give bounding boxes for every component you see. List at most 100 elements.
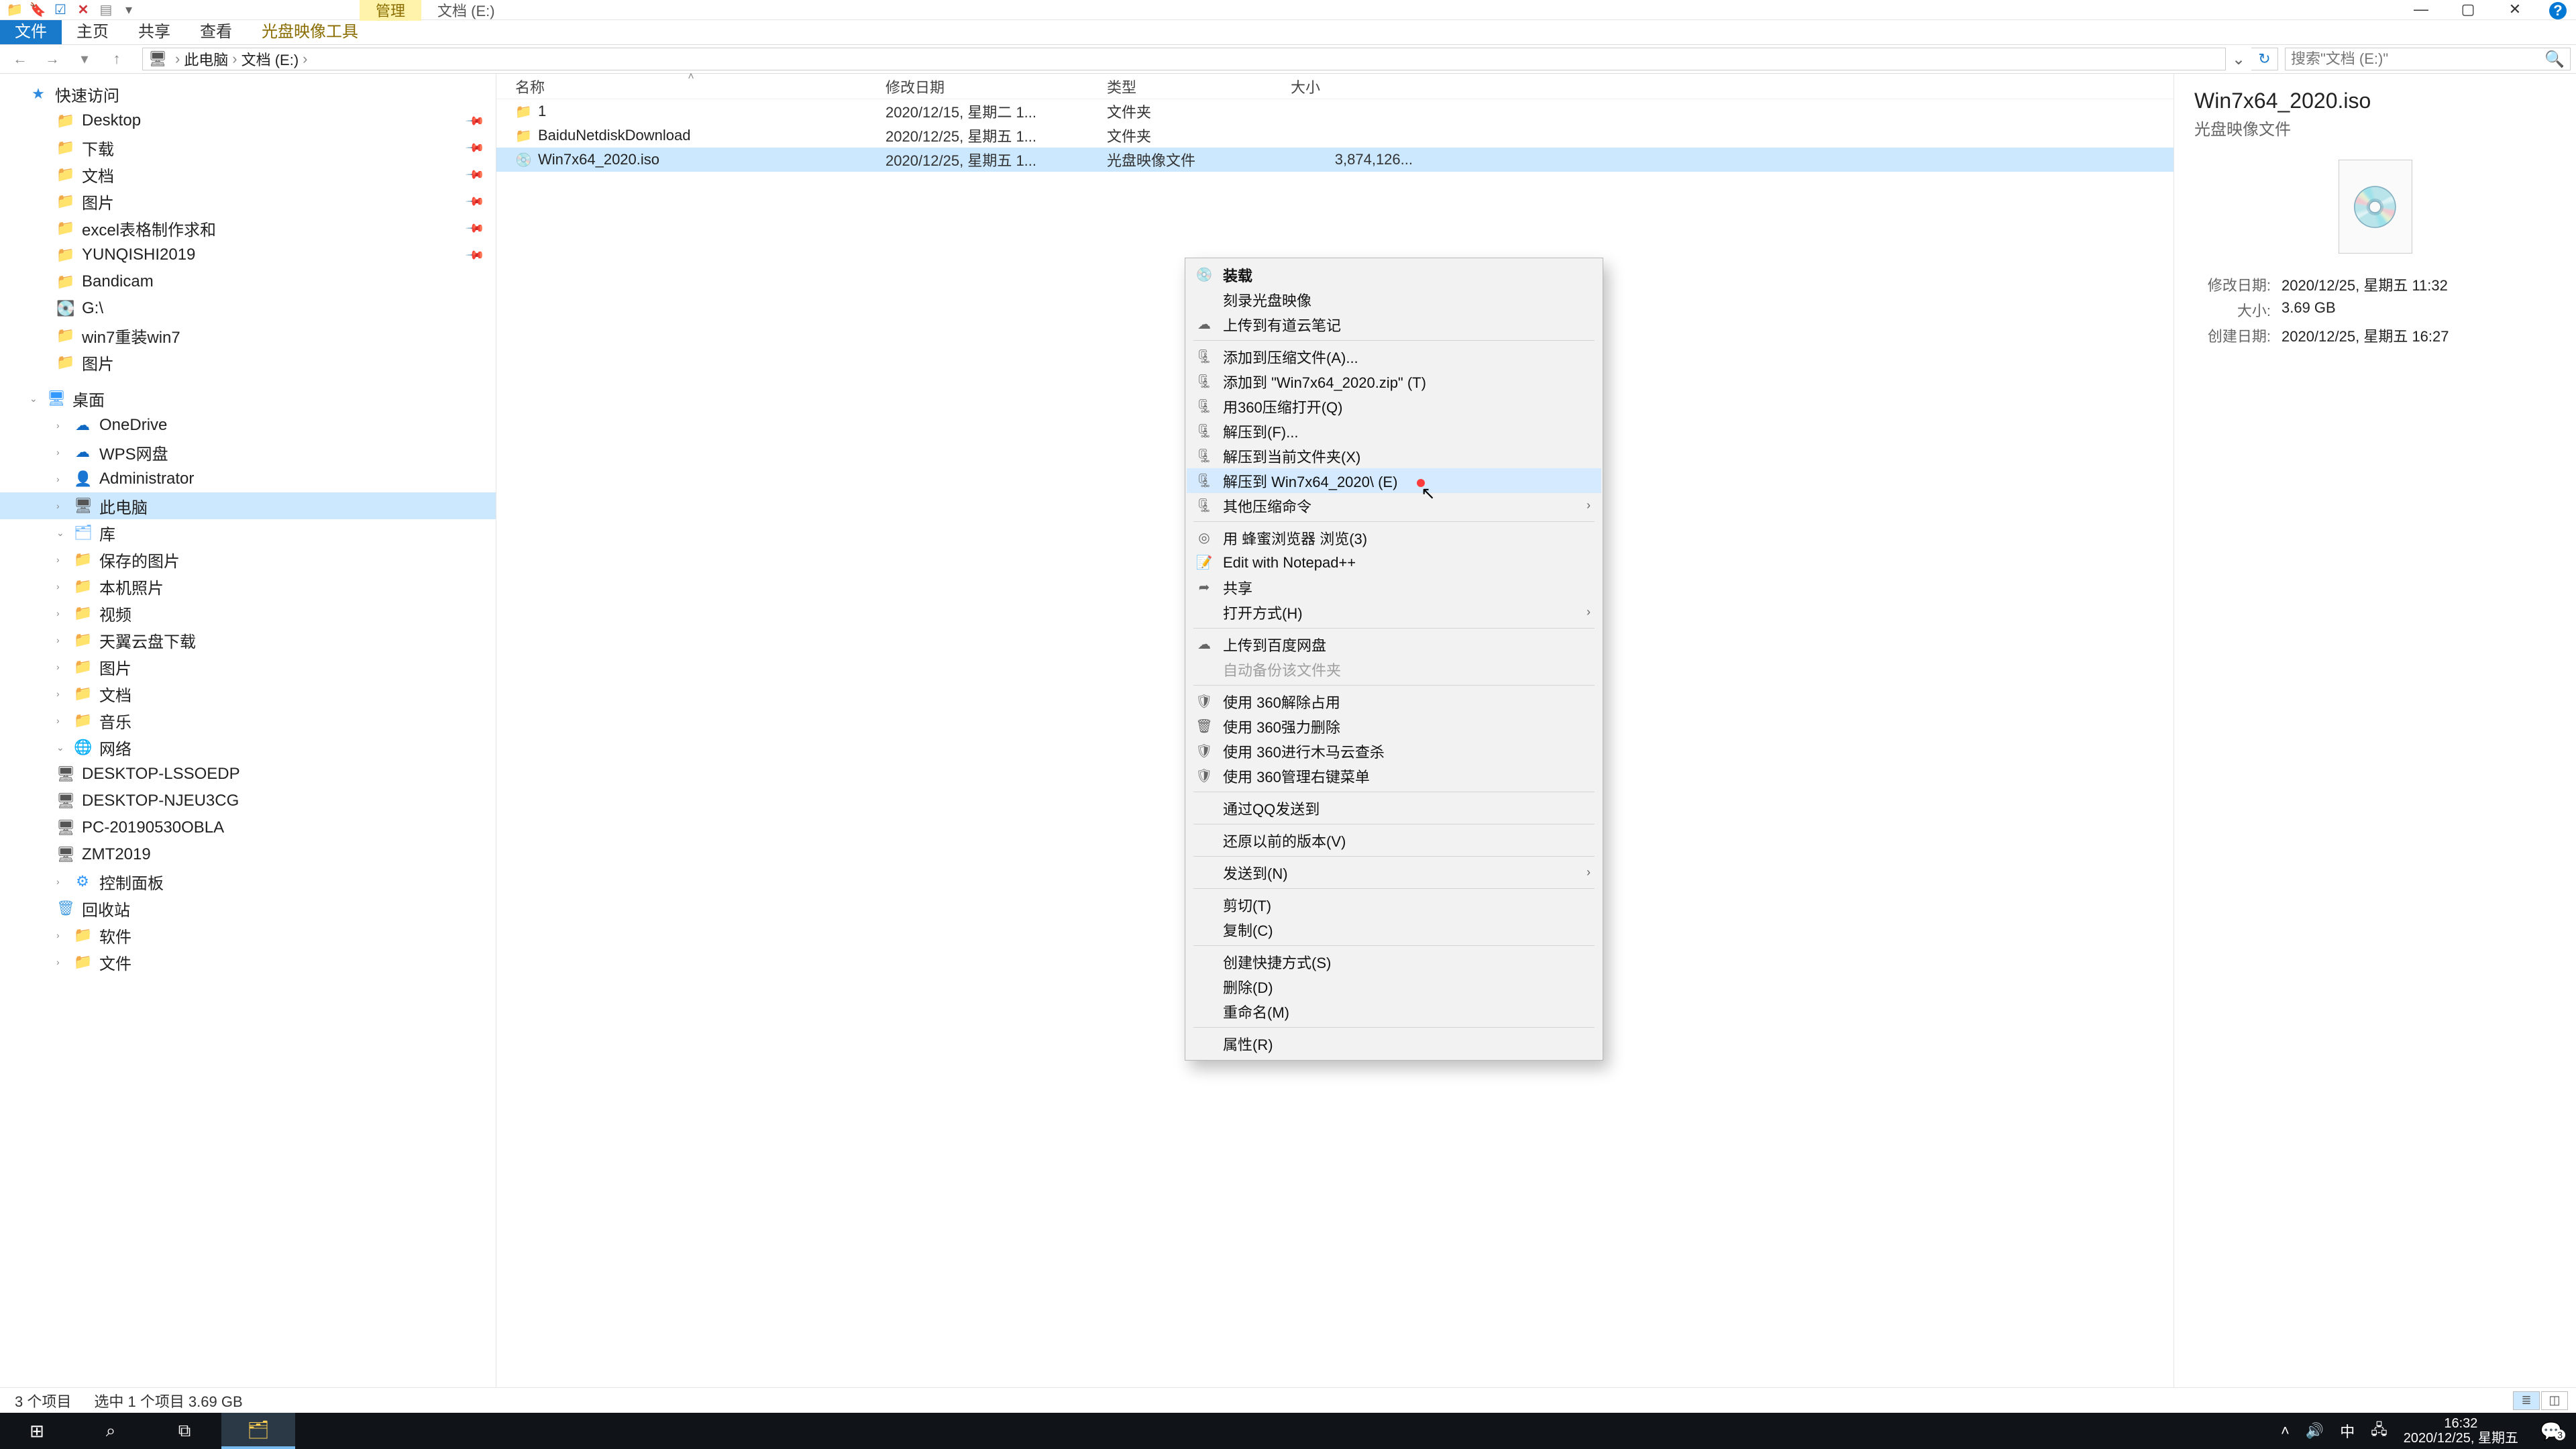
tree-thispc[interactable]: ›🖥此电脑 (0, 492, 496, 519)
manage-tab[interactable]: 管理 (360, 0, 421, 21)
back-button[interactable]: ← (5, 50, 35, 68)
mi-honey[interactable]: ◎用 蜂蜜浏览器 浏览(3) (1187, 525, 1601, 550)
forward-button[interactable]: → (38, 50, 67, 68)
crumb-drive[interactable]: 文档 (E:) (241, 48, 299, 70)
mi-othercomp[interactable]: 🗜其他压缩命令› (1187, 493, 1601, 518)
chevron-right-icon[interactable]: › (300, 50, 310, 68)
mi-360menu[interactable]: 🛡使用 360管理右键菜单 (1187, 763, 1601, 788)
start-button[interactable]: ⊞ (0, 1413, 74, 1449)
grid-icon[interactable]: ▤ (97, 3, 115, 17)
tree-win7[interactable]: 📁win7重装win7 (0, 322, 496, 349)
volume-icon[interactable]: 🔊 (2306, 1422, 2324, 1440)
tree-desk-root[interactable]: ⌄🖥桌面 (0, 385, 496, 412)
tree-downloads[interactable]: 📁下载📌 (0, 134, 496, 161)
tree-bandicam[interactable]: 📁Bandicam (0, 268, 496, 295)
mi-cut[interactable]: 剪切(T) (1187, 892, 1601, 917)
qat-more-icon[interactable]: ▾ (119, 3, 138, 17)
view-icons-button[interactable]: ◫ (2541, 1391, 2568, 1410)
mi-shortcut[interactable]: 创建快捷方式(S) (1187, 949, 1601, 974)
mi-delete[interactable]: 删除(D) (1187, 974, 1601, 999)
ime-indicator[interactable]: 中 (2340, 1420, 2355, 1442)
mi-npp[interactable]: 📝Edit with Notepad++ (1187, 550, 1601, 575)
mi-restorever[interactable]: 还原以前的版本(V) (1187, 828, 1601, 853)
tree-yunqishi[interactable]: 📁YUNQISHI2019📌 (0, 241, 496, 268)
taskview-button[interactable]: ⧉ (148, 1413, 221, 1449)
close-button[interactable]: ✕ (2491, 1, 2538, 19)
file-row[interactable]: 📁BaiduNetdiskDownload 2020/12/25, 星期五 1.… (496, 123, 2174, 148)
refresh-button[interactable]: ↻ (2251, 48, 2278, 70)
tree-excel[interactable]: 📁excel表格制作求和📌 (0, 215, 496, 241)
tree-quick[interactable]: ★快速访问 (0, 80, 496, 107)
tree-documents[interactable]: 📁文档📌 (0, 161, 496, 188)
tree-lib[interactable]: ⌄🗂库 (0, 519, 496, 546)
mi-extractnamed[interactable]: 🗜解压到 Win7x64_2020\ (E) (1187, 468, 1601, 493)
tree-onedrive[interactable]: ›☁OneDrive (0, 412, 496, 439)
tree-admin[interactable]: ›👤Administrator (0, 466, 496, 492)
mi-360del[interactable]: 🗑使用 360强力删除 (1187, 714, 1601, 739)
tree-localpic[interactable]: ›📁本机照片 (0, 573, 496, 600)
search-input[interactable] (2291, 50, 2544, 68)
col-size[interactable]: 大小 (1291, 76, 1425, 97)
search-box[interactable]: 🔍 (2285, 48, 2571, 70)
tree-recycle[interactable]: 🗑回收站 (0, 895, 496, 922)
mi-addzip[interactable]: 🗜添加到 "Win7x64_2020.zip" (T) (1187, 369, 1601, 394)
mi-rename[interactable]: 重命名(M) (1187, 999, 1601, 1024)
mi-youdao[interactable]: ☁上传到有道云笔记 (1187, 312, 1601, 337)
up-button[interactable]: ↑ (102, 50, 131, 68)
mi-extractto[interactable]: 🗜解压到(F)... (1187, 419, 1601, 443)
tree-software[interactable]: ›📁软件 (0, 922, 496, 949)
bookmark-icon[interactable]: 🔖 (28, 3, 47, 17)
col-date[interactable]: 修改日期 (885, 76, 1107, 97)
minimize-button[interactable]: — (2398, 1, 2445, 19)
tree-network[interactable]: ⌄🌐网络 (0, 734, 496, 761)
crumb-pc[interactable]: 此电脑 (184, 48, 228, 70)
close-red-icon[interactable]: ✕ (74, 3, 93, 17)
tree-d-pc19[interactable]: 🖥PC-20190530OBLA (0, 814, 496, 841)
tree-d-zmt[interactable]: 🖥ZMT2019 (0, 841, 496, 868)
tree-tianyi[interactable]: ›📁天翼云盘下载 (0, 627, 496, 653)
tab-iso-tools[interactable]: 光盘映像工具 (247, 20, 373, 44)
clock[interactable]: 16:32 2020/12/25, 星期五 (2404, 1416, 2518, 1446)
col-type[interactable]: 类型 (1107, 76, 1291, 97)
chevron-right-icon[interactable]: › (172, 50, 182, 68)
col-name[interactable]: ˄名称 (496, 76, 885, 97)
tree-pictures3[interactable]: ›📁图片 (0, 653, 496, 680)
mi-share[interactable]: ➦共享 (1187, 575, 1601, 600)
search-button[interactable]: ⌕ (74, 1413, 148, 1449)
tree-pictures[interactable]: 📁图片📌 (0, 188, 496, 215)
explorer-taskbar-button[interactable]: 🗂 (221, 1413, 295, 1449)
expand-address-button[interactable]: ⌄ (2229, 50, 2249, 69)
mi-open360[interactable]: 🗜用360压缩打开(Q) (1187, 394, 1601, 419)
tree-music[interactable]: ›📁音乐 (0, 707, 496, 734)
mi-360free[interactable]: 🛡使用 360解除占用 (1187, 689, 1601, 714)
recent-button[interactable]: ▾ (70, 50, 99, 68)
network-icon[interactable]: 🖧 (2371, 1418, 2387, 1444)
tree-wps[interactable]: ›☁WPS网盘 (0, 439, 496, 466)
tree-d-lsso[interactable]: 🖥DESKTOP-LSSOEDP (0, 761, 496, 788)
checkbox-icon[interactable]: ☑ (51, 3, 70, 17)
mi-addarchive[interactable]: 🗜添加到压缩文件(A)... (1187, 344, 1601, 369)
view-details-button[interactable]: ≣ (2513, 1391, 2540, 1410)
mi-props[interactable]: 属性(R) (1187, 1031, 1601, 1056)
tree-ctrlpanel[interactable]: ›⚙控制面板 (0, 868, 496, 895)
mi-burn[interactable]: 刻录光盘映像 (1187, 287, 1601, 312)
breadcrumb[interactable]: 🖥 › 此电脑 › 文档 (E:) › (142, 48, 2226, 70)
tree-video[interactable]: ›📁视频 (0, 600, 496, 627)
mi-360scan[interactable]: 🛡使用 360进行木马云查杀 (1187, 739, 1601, 763)
search-icon[interactable]: 🔍 (2544, 50, 2565, 69)
tab-home[interactable]: 主页 (62, 20, 123, 44)
mi-sendto[interactable]: 发送到(N)› (1187, 860, 1601, 885)
tree-pictures2[interactable]: 📁图片 (0, 349, 496, 376)
tab-share[interactable]: 共享 (123, 20, 185, 44)
mi-mount[interactable]: 💿装载 (1187, 262, 1601, 287)
tab-view[interactable]: 查看 (185, 20, 247, 44)
tree-d-njeu[interactable]: 🖥DESKTOP-NJEU3CG (0, 788, 496, 814)
chevron-right-icon[interactable]: › (229, 50, 239, 68)
file-row[interactable]: 📁1 2020/12/15, 星期二 1... 文件夹 (496, 99, 2174, 123)
mi-openwith[interactable]: 打开方式(H)› (1187, 600, 1601, 625)
tree-desktop[interactable]: 📁Desktop📌 (0, 107, 496, 134)
tree-gdrive[interactable]: 💽G:\ (0, 295, 496, 322)
tree-savedpic[interactable]: ›📁保存的图片 (0, 546, 496, 573)
help-button[interactable]: ? (2549, 2, 2567, 19)
action-center-button[interactable]: 💬3 (2534, 1421, 2568, 1442)
